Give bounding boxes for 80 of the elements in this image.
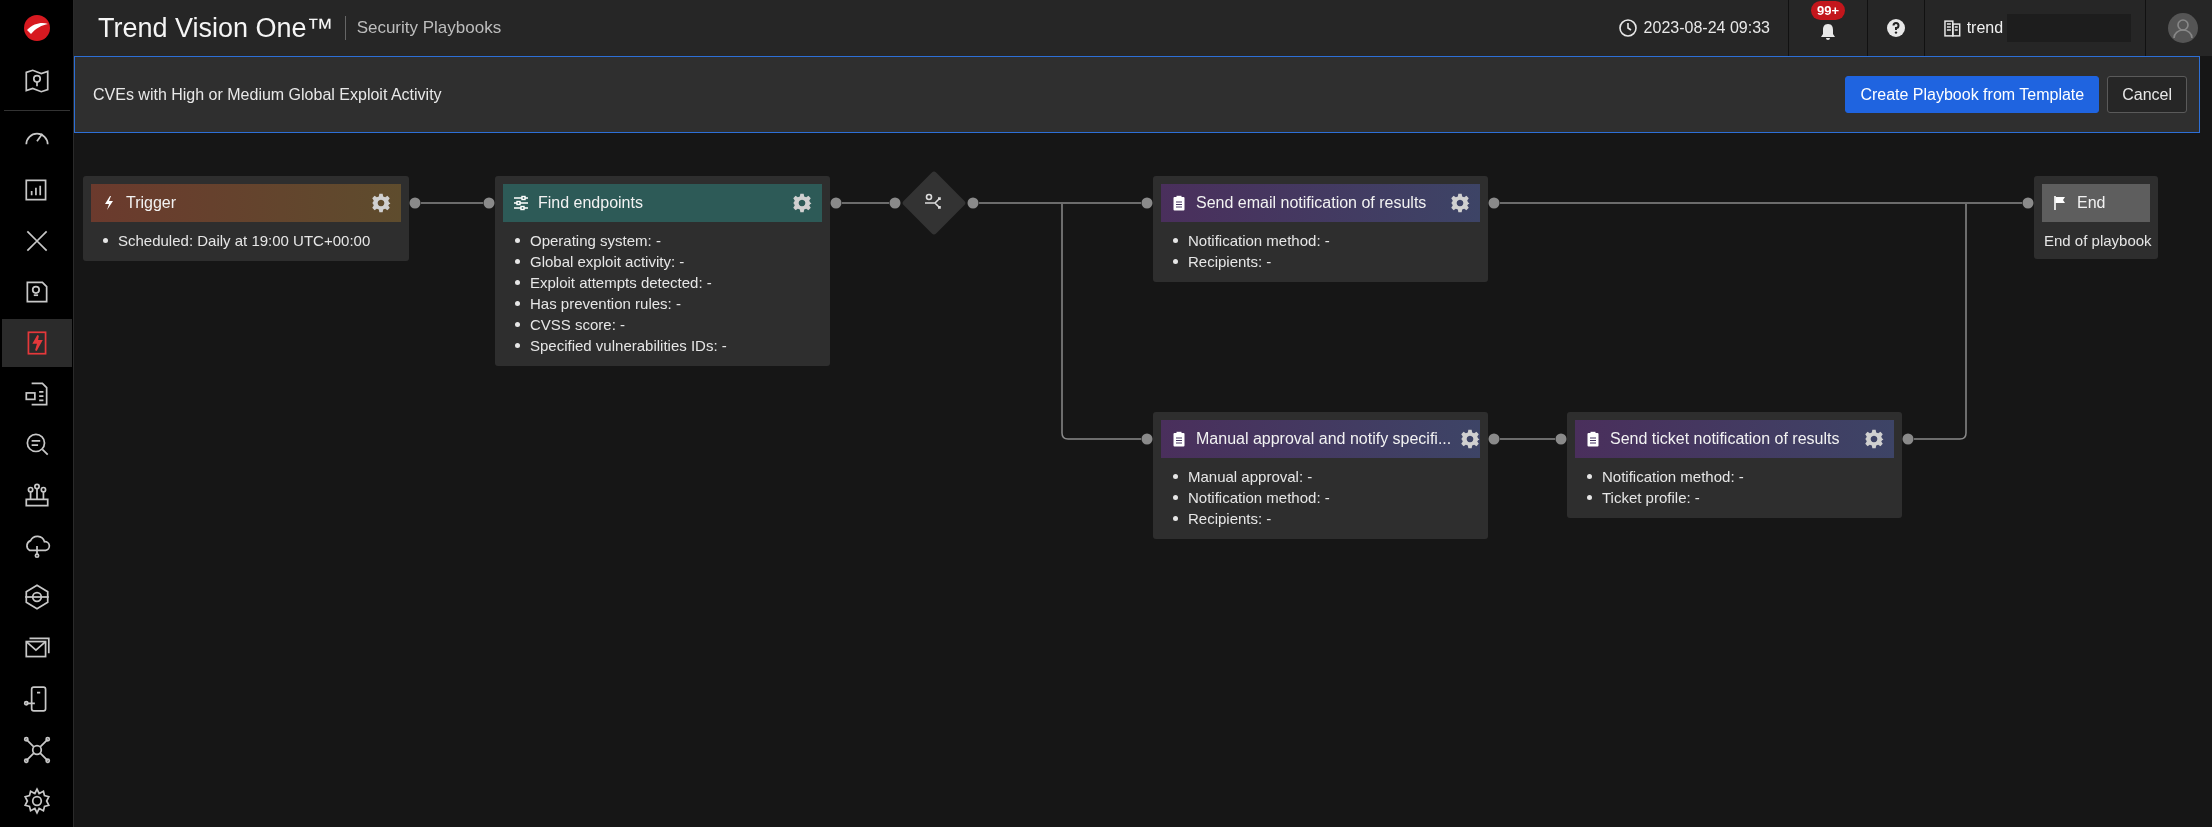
node-detail: Has prevention rules: - — [530, 294, 681, 314]
bullet-icon — [515, 259, 520, 264]
bullet-icon — [515, 280, 520, 285]
notification-count: 99+ — [1810, 1, 1845, 20]
connector-port[interactable] — [1488, 197, 1500, 209]
node-detail: Ticket profile: - — [1602, 488, 1700, 508]
connector-port[interactable] — [1141, 197, 1153, 209]
settings-icon — [21, 786, 52, 816]
clock-icon — [1617, 18, 1638, 38]
date-time: 2023-08-24 09:33 — [1643, 19, 1770, 37]
bullet-icon — [515, 238, 520, 243]
bullet-icon — [1173, 259, 1178, 264]
bullet-icon — [1173, 238, 1178, 243]
settings-icon[interactable] — [1460, 429, 1481, 449]
connector-port[interactable] — [1141, 433, 1153, 445]
bullet-icon — [515, 343, 520, 348]
node-title: Manual approval and notify specifi... — [1196, 430, 1452, 448]
playbook-node[interactable]: Send ticket notification of results Notification method: - Ticket profile: - — [1567, 412, 1902, 518]
node-detail: Recipients: - — [1188, 252, 1272, 272]
node-title: Trigger — [126, 194, 178, 212]
connector-port[interactable] — [483, 197, 495, 209]
node-detail: Operating system: - — [530, 231, 661, 251]
node-detail: Scheduled: Daily at 19:00 UTC+00:00 — [118, 231, 371, 251]
connector-line — [420, 202, 484, 204]
node-detail: Manual approval: - — [1188, 467, 1313, 487]
tenant-name: trend — [1966, 19, 2004, 37]
clipboard-icon — [1171, 195, 1187, 211]
playbook-node[interactable]: End End of playbook — [2034, 176, 2158, 259]
node-title: Send email notification of results — [1196, 194, 1428, 212]
help-icon[interactable] — [1886, 18, 1906, 38]
node-detail: Notification method: - — [1188, 488, 1330, 508]
page-title: Security Playbooks — [356, 18, 502, 38]
node-detail: Specified vulnerabilities IDs: - — [530, 336, 727, 356]
node-title: End — [2077, 194, 2107, 212]
building-icon — [1943, 18, 1963, 38]
connector-line — [1499, 438, 1556, 440]
node-description: End of playbook — [2043, 232, 2150, 249]
bullet-icon — [515, 322, 520, 327]
node-detail: CVSS score: - — [530, 315, 626, 335]
node-detail: Global exploit activity: - — [530, 252, 685, 272]
bullet-icon — [1173, 474, 1178, 479]
product-name: Trend Vision One™ — [98, 12, 334, 44]
bullet-icon — [515, 301, 520, 306]
playbook-node[interactable]: Find endpoints Operating system: - Global exploit activity: - Exploit attempts detected: - Has prevention rules: - CVSS score: - Specified vulnerabilities IDs: - — [495, 176, 830, 366]
settings-icon[interactable] — [371, 193, 391, 213]
connector-port[interactable] — [2022, 197, 2034, 209]
connector-port[interactable] — [409, 197, 421, 209]
connector-port[interactable] — [1488, 433, 1500, 445]
cancel-button[interactable]: Cancel — [2107, 76, 2187, 113]
bullet-icon — [1587, 474, 1592, 479]
node-detail: Recipients: - — [1188, 509, 1272, 529]
connector-port[interactable] — [1902, 433, 1914, 445]
bullet-icon — [1173, 516, 1178, 521]
bullet-icon — [103, 238, 108, 243]
node-detail: Notification method: - — [1188, 231, 1330, 251]
connector-port[interactable] — [889, 197, 901, 209]
flag-icon — [2052, 195, 2068, 211]
connector-port[interactable] — [830, 197, 842, 209]
node-title: Find endpoints — [538, 194, 644, 212]
node-title: Send ticket notification of results — [1610, 430, 1841, 448]
clipboard-icon — [1171, 431, 1187, 447]
playbook-node[interactable]: Send email notification of results Notification method: - Recipients: - — [1153, 176, 1488, 282]
node-detail: Notification method: - — [1602, 467, 1744, 487]
network-icon — [21, 735, 52, 766]
settings-icon[interactable] — [1450, 193, 1470, 213]
playbook-title: CVEs with High or Medium Global Exploit Activity — [93, 85, 442, 104]
connector-line — [841, 202, 890, 204]
bullet-icon — [1587, 495, 1592, 500]
playbook-node[interactable]: Trigger Scheduled: Daily at 19:00 UTC+00:00 — [83, 176, 409, 261]
logo-icon — [21, 12, 52, 43]
clipboard-icon — [1585, 431, 1601, 447]
bullet-icon — [1173, 495, 1178, 500]
create-button[interactable]: Create Playbook from Template — [1845, 76, 2100, 113]
playbook-node[interactable]: Manual approval and notify specifi... Manual approval: - Notification method: - Recipients: - — [1153, 412, 1488, 539]
sliders-icon — [513, 195, 529, 211]
connector-port[interactable] — [967, 197, 979, 209]
settings-icon[interactable] — [1864, 429, 1884, 449]
settings-icon[interactable] — [792, 193, 812, 213]
connector-port[interactable] — [1555, 433, 1567, 445]
node-detail: Exploit attempts detected: - — [530, 273, 712, 293]
